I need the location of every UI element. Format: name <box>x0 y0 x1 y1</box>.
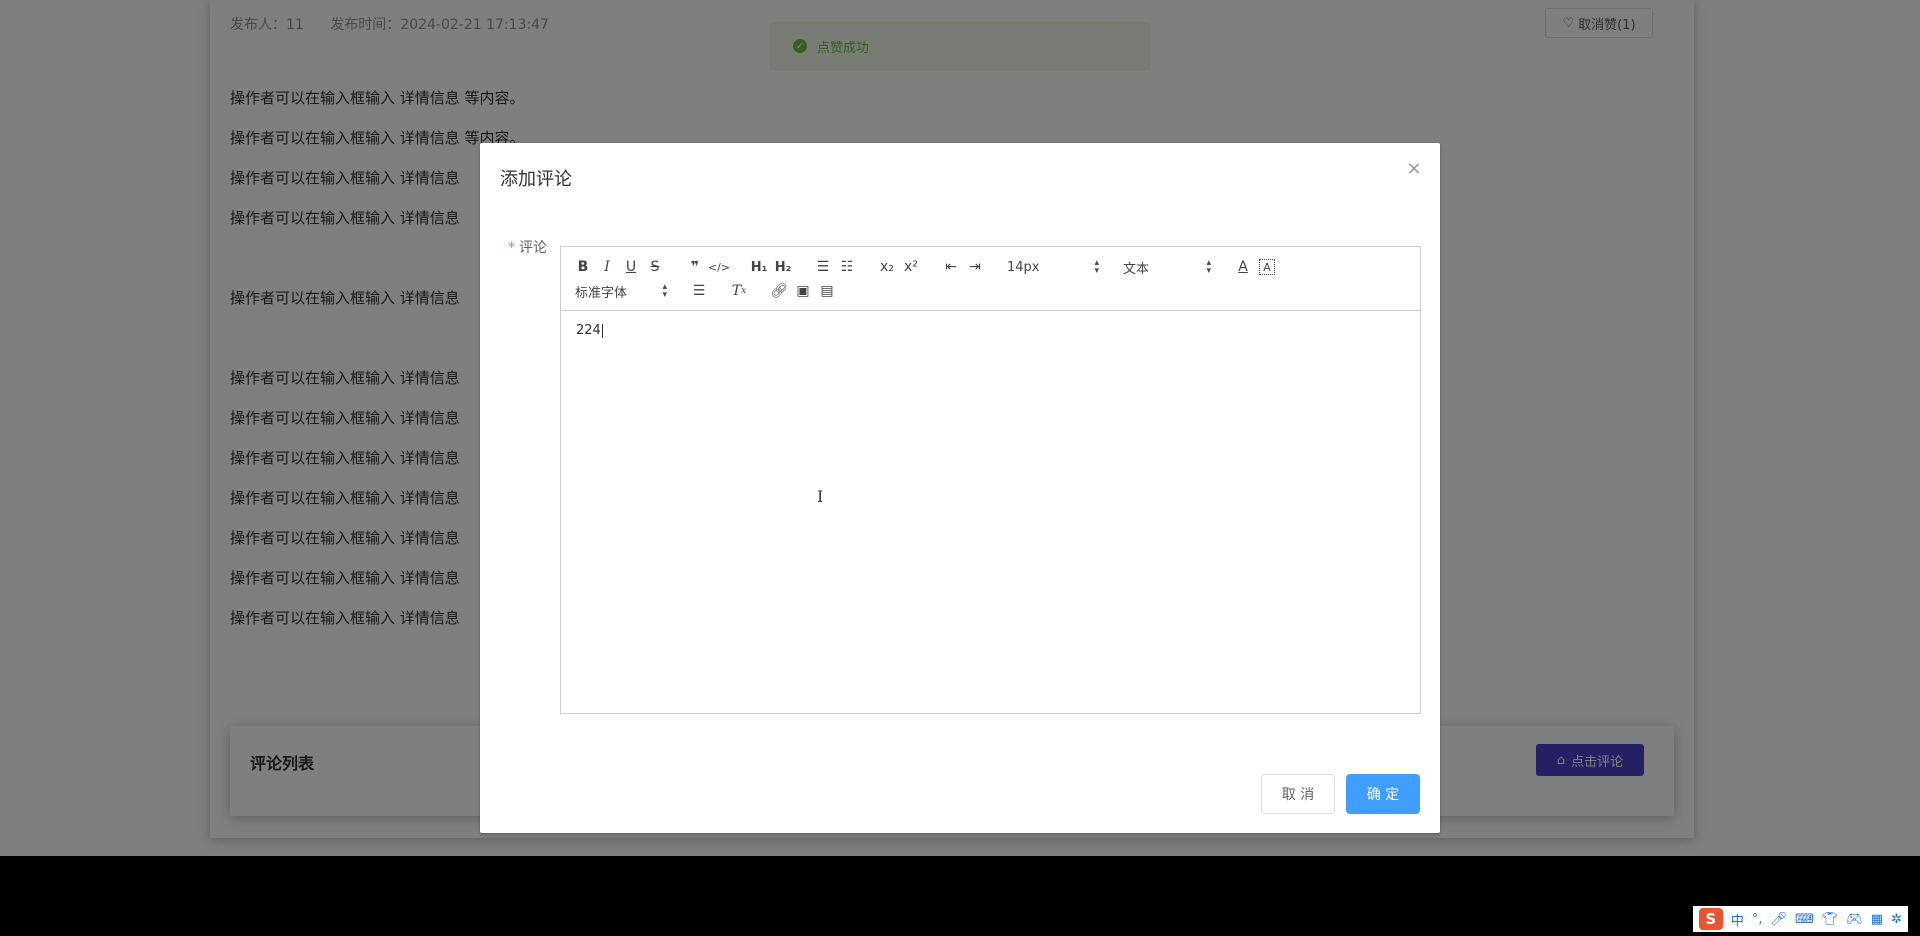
superscript-icon[interactable]: x² <box>899 256 923 278</box>
outdent-icon[interactable]: ⇤ <box>939 256 963 278</box>
system-tray: S 中 °, 🎤︎ ⌨ 👕︎ 🎮︎ ▦ ✲ <box>1692 906 1908 932</box>
font-color-icon[interactable]: A <box>1231 256 1255 278</box>
comment-field-label-text: 评论 <box>519 240 547 256</box>
heading1-icon[interactable]: H₁ <box>747 256 771 278</box>
rich-text-editor: B I U S ❞ </> H₁ H₂ ☰ ☷ x₂ x² ⇤ ⇥ 14px ▴… <box>560 246 1421 714</box>
italic-icon[interactable]: I <box>595 256 619 278</box>
sogou-ime-logo[interactable]: S <box>1698 908 1723 930</box>
ime-mode-indicator[interactable]: 中 <box>1731 910 1744 929</box>
editor-content-text: 224 <box>576 323 601 338</box>
heading2-icon[interactable]: H₂ <box>771 256 795 278</box>
settings-icon[interactable]: ✲ <box>1891 912 1902 927</box>
text-cursor-icon: I <box>817 487 824 506</box>
close-icon[interactable]: × <box>1406 160 1422 178</box>
text-caret <box>601 323 603 338</box>
editor-content-area[interactable]: 224 I <box>561 311 1420 713</box>
bold-icon[interactable]: B <box>571 256 595 278</box>
align-icon[interactable]: ☰ <box>687 280 711 302</box>
strikethrough-icon[interactable]: S <box>643 256 667 278</box>
confirm-button[interactable]: 确 定 <box>1346 774 1420 814</box>
cancel-button[interactable]: 取 消 <box>1261 774 1335 814</box>
underline-icon[interactable]: U <box>619 256 643 278</box>
required-mark: * <box>508 240 515 256</box>
taskbar: S 中 °, 🎤︎ ⌨ 👕︎ 🎮︎ ▦ ✲ <box>0 856 1920 936</box>
font-size-select[interactable]: 14px ▴ ▾ <box>1003 256 1103 278</box>
subscript-icon[interactable]: x₂ <box>875 256 899 278</box>
punctuation-icon[interactable]: °, <box>1752 912 1763 927</box>
code-icon[interactable]: </> <box>707 256 731 278</box>
clear-format-icon[interactable]: Tx <box>727 280 751 302</box>
comment-field-label: * 评论 <box>508 237 547 257</box>
font-size-value: 14px <box>1007 259 1040 275</box>
skin-icon[interactable]: 👕︎ <box>1822 912 1839 927</box>
image-icon[interactable]: ▣ <box>791 280 815 302</box>
header-select-value: 文本 <box>1123 261 1150 277</box>
font-family-value: 标准字体 <box>575 285 628 301</box>
bullet-list-icon[interactable]: ☷ <box>835 256 859 278</box>
microphone-icon[interactable]: 🎤︎ <box>1770 912 1787 927</box>
blockquote-icon[interactable]: ❞ <box>683 256 707 278</box>
editor-toolbar: B I U S ❞ </> H₁ H₂ ☰ ☷ x₂ x² ⇤ ⇥ 14px ▴… <box>561 247 1420 311</box>
indent-icon[interactable]: ⇥ <box>963 256 987 278</box>
select-arrows-icon: ▴ ▾ <box>1094 258 1099 276</box>
add-comment-dialog: 添加评论 × * 评论 B I U S ❞ </> H₁ H₂ ☰ ☷ x₂ x² <box>480 143 1440 833</box>
toolbox-icon[interactable]: ▦ <box>1871 912 1883 927</box>
video-icon[interactable]: ▤ <box>815 280 839 302</box>
select-arrows-icon: ▴ ▾ <box>1206 258 1211 276</box>
font-family-select[interactable]: 标准字体 ▴ ▾ <box>571 280 671 302</box>
keyboard-icon[interactable]: ⌨ <box>1795 912 1814 927</box>
background-color-icon[interactable]: A <box>1259 259 1275 275</box>
dialog-title: 添加评论 <box>500 169 572 190</box>
game-icon[interactable]: 🎮︎ <box>1846 912 1863 927</box>
select-arrows-icon: ▴ ▾ <box>662 282 667 300</box>
header-select[interactable]: 文本 ▴ ▾ <box>1119 256 1215 278</box>
ordered-list-icon[interactable]: ☰ <box>811 256 835 278</box>
link-icon[interactable]: 🔗︎ <box>767 280 791 302</box>
